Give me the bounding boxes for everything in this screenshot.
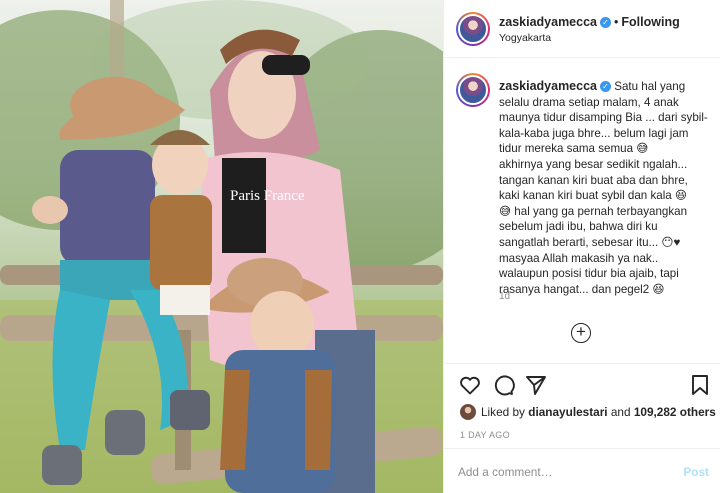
likes-others-count[interactable]: 109,282 others [634, 405, 716, 419]
post-time-ago[interactable]: 1 DAY AGO [460, 430, 510, 440]
post-header: zaskiadyamecca ✓ • Following Yogyakarta [444, 0, 720, 58]
caption-section: zaskiadyamecca ✓ Satu hal yang selalu dra… [444, 59, 720, 364]
paper-plane-icon[interactable] [524, 373, 548, 397]
caption-username[interactable]: zaskiadyamecca [499, 79, 597, 93]
verified-badge-icon: ✓ [600, 81, 611, 92]
caption-body: Satu hal yang selalu drama setiap malam,… [499, 80, 708, 296]
verified-badge-icon: ✓ [600, 17, 611, 28]
plus-circle-icon[interactable]: + [571, 323, 591, 343]
post-location[interactable]: Yogyakarta [499, 32, 551, 44]
bookmark-icon[interactable] [688, 373, 712, 397]
caption-timestamp[interactable]: 1d [499, 291, 510, 302]
separator-dot: • [614, 15, 619, 29]
caption-author-avatar[interactable] [456, 73, 490, 107]
likes-conjunction: and [610, 405, 631, 419]
post-photo[interactable]: Paris France [0, 0, 443, 493]
shirt-print-text: Paris France [230, 188, 305, 204]
post-actions-bar [444, 373, 720, 399]
photo-illustration: Paris France [0, 0, 443, 493]
post-comment-button[interactable]: Post [683, 465, 709, 479]
header-user-line: zaskiadyamecca ✓ • Following [499, 15, 680, 29]
author-username[interactable]: zaskiadyamecca [499, 15, 597, 29]
caption-text-block: zaskiadyamecca ✓ Satu hal yang selalu dra… [499, 79, 711, 297]
likes-prefix: Liked by [481, 405, 525, 419]
liker-username[interactable]: dianayulestari [528, 405, 607, 419]
comment-input[interactable] [458, 465, 658, 479]
comment-form: Post [444, 448, 720, 493]
likes-summary: Liked by dianayulestari and 109,282 othe… [460, 404, 716, 420]
post-side-panel: zaskiadyamecca ✓ • Following Yogyakarta zas… [443, 0, 720, 493]
heart-icon[interactable] [458, 373, 482, 397]
following-button[interactable]: Following [621, 15, 679, 29]
comment-bubble-icon[interactable] [491, 373, 515, 397]
liker-avatar[interactable] [460, 404, 476, 420]
author-avatar[interactable] [456, 12, 490, 46]
